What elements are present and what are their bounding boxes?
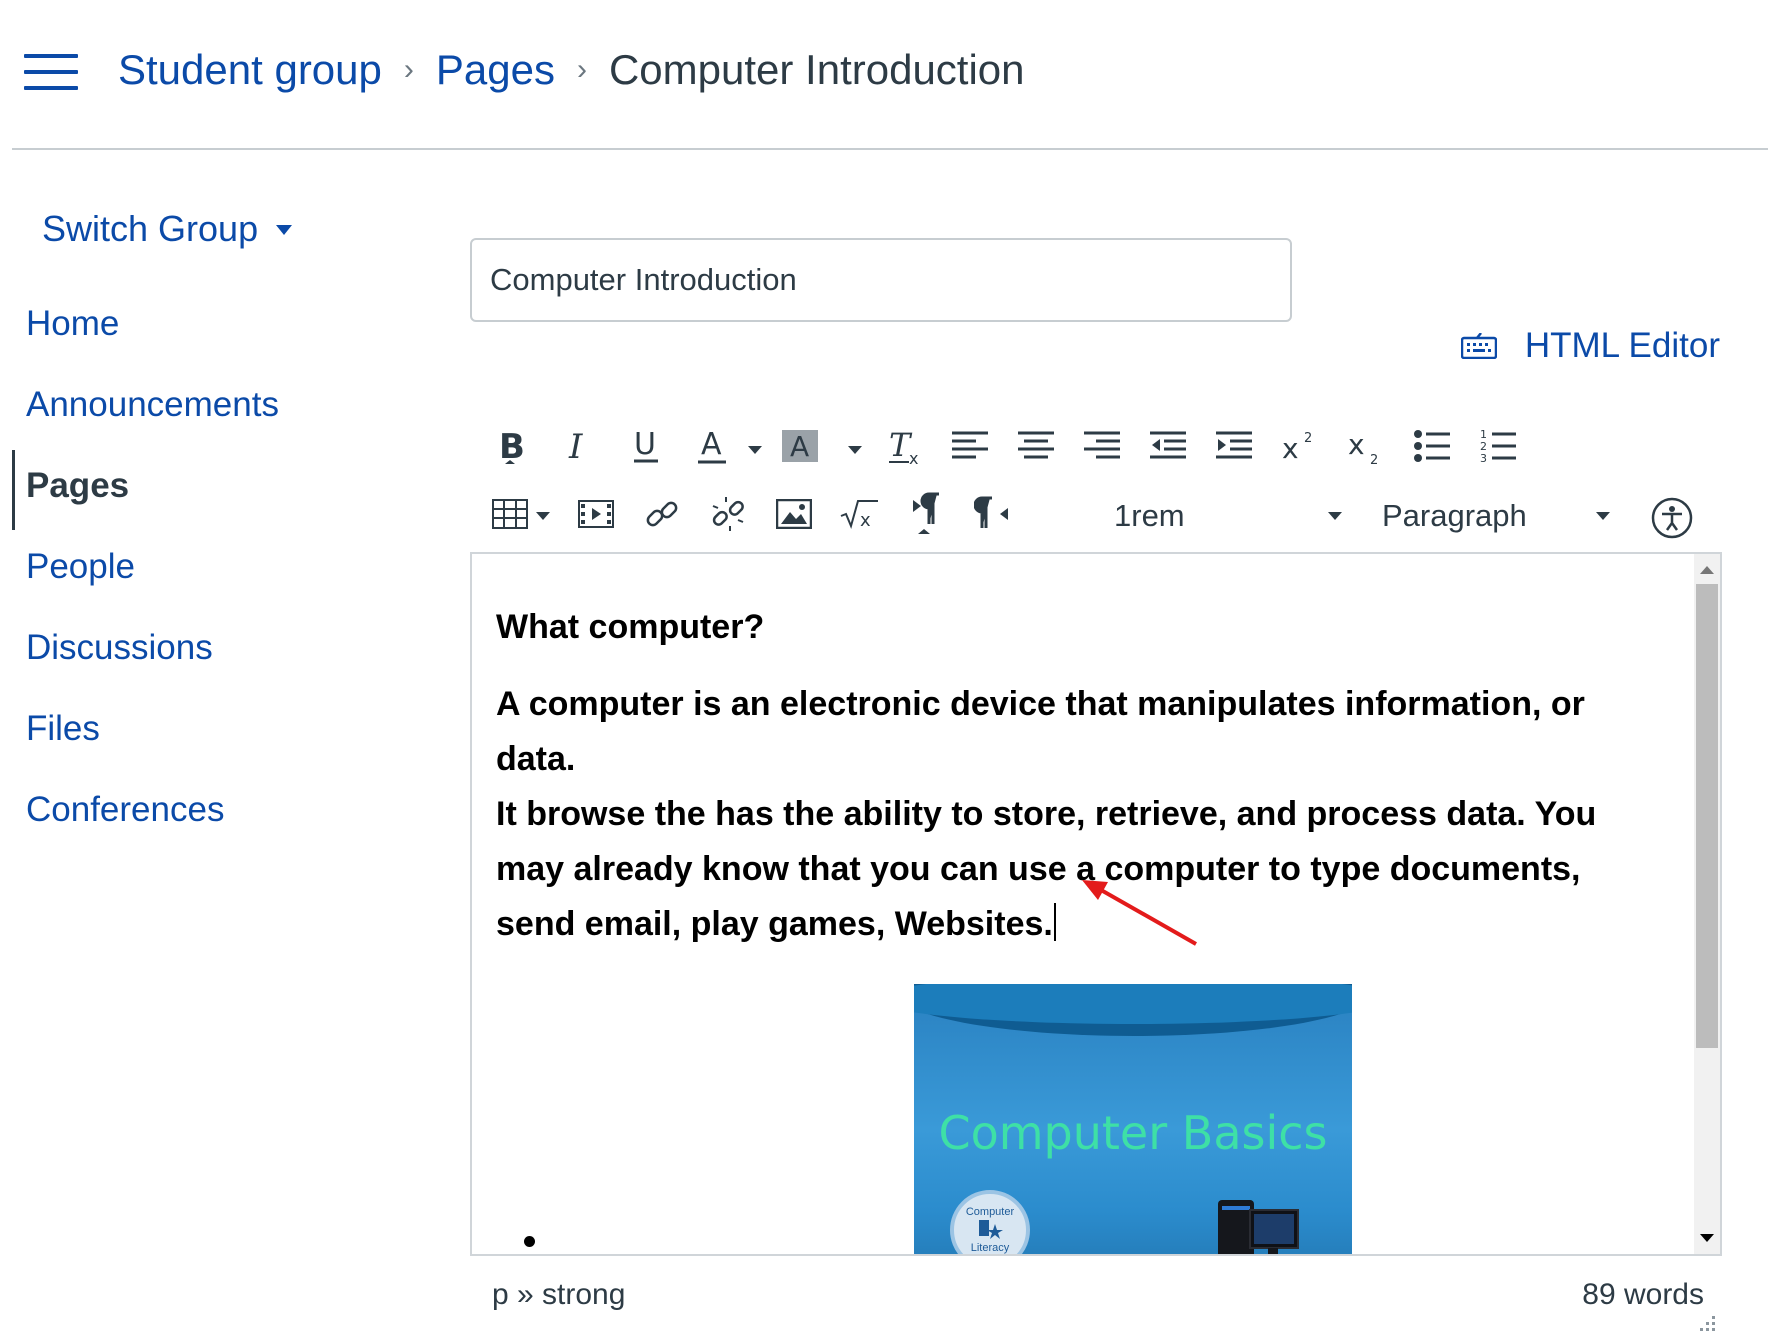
accessibility-icon[interactable] [1648,494,1696,542]
html-editor-label: HTML Editor [1524,326,1720,365]
svg-text:2: 2 [1304,431,1312,446]
link-icon[interactable] [638,490,686,538]
align-left-icon[interactable] [946,422,994,470]
unlink-icon[interactable] [704,490,752,538]
paragraph-line: It browse the has the ability to store, … [496,795,1597,833]
word-count: 89 words [1582,1278,1704,1311]
nav-item-conferences[interactable]: Conferences [0,782,400,863]
bullet-list-icon[interactable] [1408,422,1456,470]
font-size-dropdown-icon[interactable] [1328,512,1342,520]
computer-literacy-seal-icon: Computer Literacy [950,1190,1030,1254]
svg-text:2: 2 [1370,453,1378,466]
svg-text:x: x [1348,428,1365,461]
font-size-select[interactable]: 1rem [1114,498,1185,534]
switch-group-label: Switch Group [42,208,259,249]
content-paragraph: A computer is an electronic device that … [496,677,1646,952]
nav-item-discussions[interactable]: Discussions [0,620,400,701]
equation-icon[interactable]: x [836,490,884,538]
paragraph-line: A computer is an electronic device that … [496,685,1585,778]
html-editor-toggle[interactable]: HTML Editor [1460,326,1720,366]
svg-text:A: A [701,427,722,462]
list-bullet [524,1236,535,1247]
breadcrumb: Student group › Pages › Computer Introdu… [118,46,1025,94]
text-color-icon[interactable]: A [688,422,736,470]
svg-text:x: x [860,510,871,530]
scroll-down-icon[interactable] [1700,1234,1714,1242]
ltr-icon[interactable] [902,490,950,538]
nav-item-home[interactable]: Home [0,296,400,377]
editor-body: What computer? A computer is an electron… [496,608,1646,1254]
scroll-up-icon[interactable] [1700,566,1714,574]
keyboard-icon [1460,333,1497,359]
table-icon[interactable] [486,490,534,538]
computer-tower-icon [1218,1200,1299,1254]
top-header: Student group › Pages › Computer Introdu… [0,0,1768,150]
slide-title: Computer Basics [938,1106,1328,1160]
resize-handle-icon[interactable] [1694,1312,1716,1334]
switch-group-dropdown[interactable]: Switch Group [42,208,293,250]
align-center-icon[interactable] [1012,422,1060,470]
outdent-icon[interactable] [1144,422,1192,470]
breadcrumb-current-page: Computer Introduction [608,46,1025,93]
rtl-icon[interactable] [968,490,1016,538]
svg-text:3: 3 [1480,452,1487,464]
rich-content-editor[interactable]: What computer? A computer is an electron… [470,552,1722,1256]
paragraph-line: send email, play games, Websites. [496,905,1053,943]
subscript-icon[interactable]: x2 [1342,422,1390,470]
course-nav: Home Announcements Pages People Discussi… [0,296,400,863]
svg-text:I: I [568,427,583,466]
seal-bottom-text: Literacy [970,1242,1010,1254]
text-color-dropdown-icon[interactable] [748,446,762,454]
page-title-input[interactable] [470,238,1292,322]
paragraph-line: may already know that you can use a comp… [496,850,1581,888]
block-format-select[interactable]: Paragraph [1382,498,1527,534]
seal-top-text: Computer [965,1206,1015,1218]
nav-item-announcements[interactable]: Announcements [0,377,400,458]
numbered-list-icon[interactable]: 123 [1474,422,1522,470]
clear-formatting-icon[interactable]: Tx [880,422,928,470]
superscript-icon[interactable]: x2 [1276,422,1324,470]
content-heading: What computer? [496,608,765,646]
align-right-icon[interactable] [1078,422,1126,470]
nav-item-files[interactable]: Files [0,701,400,782]
slide-wave-decoration [914,984,1352,1024]
svg-text:B: B [499,427,525,466]
media-icon[interactable] [572,490,620,538]
svg-text:x: x [1282,432,1299,464]
editor-scrollbar[interactable] [1694,554,1720,1254]
nav-item-people[interactable]: People [0,539,400,620]
underline-icon[interactable]: U [622,422,670,470]
breadcrumb-separator: › [576,53,587,86]
image-icon[interactable] [770,490,818,538]
text-cursor [1053,903,1056,941]
element-path: p » strong [492,1278,626,1311]
breadcrumb-separator: › [403,53,414,86]
caret-down-icon [276,225,293,235]
highlight-dropdown-icon[interactable] [848,446,862,454]
breadcrumb-student-group[interactable]: Student group [118,46,382,94]
svg-text:U: U [634,427,656,462]
hamburger-menu-icon[interactable] [24,54,78,92]
table-dropdown-icon[interactable] [536,512,550,520]
nav-item-pages[interactable]: Pages [0,450,400,539]
highlight-color-icon[interactable]: A [776,422,824,470]
seal-glyph-icon [979,1220,1003,1239]
header-divider [12,148,1768,150]
bold-icon[interactable]: B [486,422,534,470]
svg-text:x: x [909,449,918,466]
block-format-dropdown-icon[interactable] [1596,512,1610,520]
scrollbar-thumb[interactable] [1696,584,1718,1048]
indent-icon[interactable] [1210,422,1258,470]
breadcrumb-pages[interactable]: Pages [436,46,555,94]
italic-icon[interactable]: I [554,422,602,470]
svg-text:A: A [790,430,809,463]
computer-basics-image[interactable]: Computer Basics Computer Literacy [914,984,1352,1254]
